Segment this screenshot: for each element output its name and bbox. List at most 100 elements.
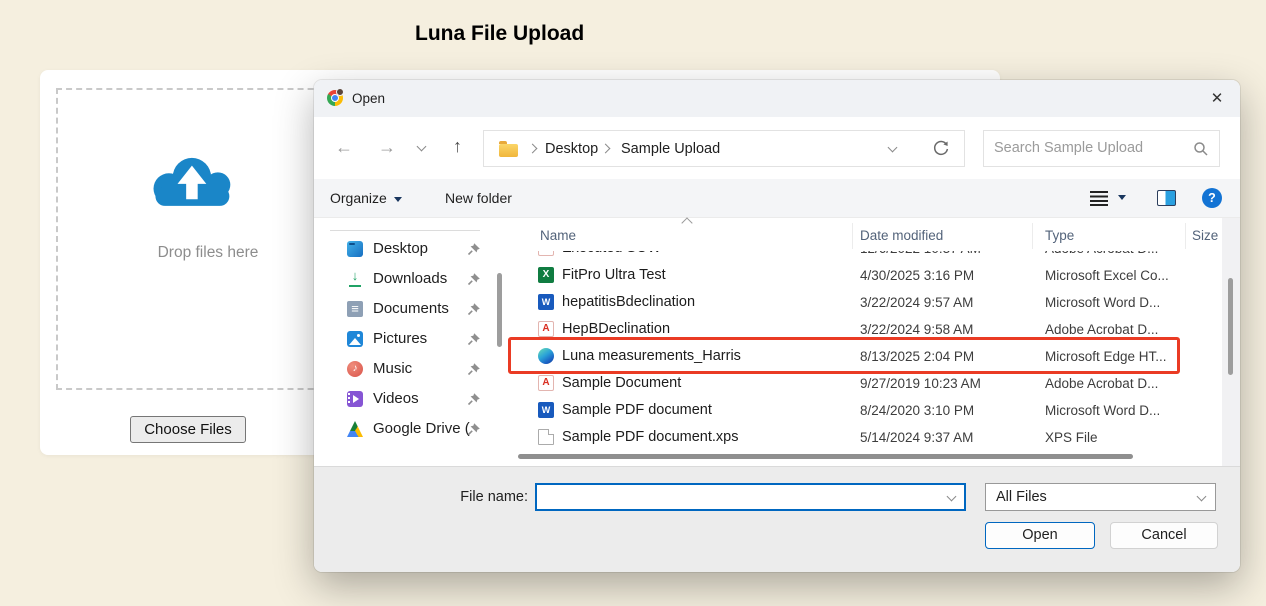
new-folder-button[interactable]: New folder xyxy=(445,190,512,206)
file-name-label: File name: xyxy=(456,489,528,505)
file-date-modified: 5/14/2024 9:37 AM xyxy=(860,430,973,445)
file-list: Executed SOW 12/6/2022 10:37 AM Adobe Ac… xyxy=(505,251,1222,451)
back-icon[interactable]: ← xyxy=(335,138,353,156)
pin-icon[interactable] xyxy=(466,241,482,257)
column-header-size[interactable]: Size xyxy=(1192,228,1218,243)
file-name-dropdown-icon[interactable] xyxy=(947,492,957,502)
file-name: Sample Document xyxy=(562,375,681,391)
search-input[interactable] xyxy=(994,137,1184,159)
address-dropdown-icon[interactable] xyxy=(888,143,898,153)
file-name: Sample PDF document xyxy=(562,402,712,418)
file-type-icon xyxy=(538,348,554,364)
file-name: HepBDeclination xyxy=(562,321,670,337)
forward-icon[interactable]: → xyxy=(378,138,396,156)
close-icon[interactable]: ✕ xyxy=(1206,88,1228,110)
sidebar-item-label: Music xyxy=(373,360,412,377)
up-icon[interactable]: ↑ xyxy=(453,137,462,155)
view-dropdown-icon[interactable] xyxy=(1118,195,1126,200)
file-date-modified: 3/22/2024 9:57 AM xyxy=(860,295,973,310)
column-divider xyxy=(852,223,853,249)
file-row[interactable]: Sample PDF document 8/24/2020 3:10 PM Mi… xyxy=(505,397,1222,424)
file-type-icon xyxy=(538,375,554,391)
file-name: Sample PDF document.xps xyxy=(562,429,739,445)
file-type-dropdown-icon xyxy=(1197,492,1207,502)
preview-pane-icon[interactable] xyxy=(1157,190,1176,206)
file-name: hepatitisBdeclination xyxy=(562,294,695,310)
column-header-name[interactable]: Name xyxy=(540,228,576,243)
file-type-select[interactable]: All Files xyxy=(985,483,1216,511)
sidebar-divider xyxy=(330,230,480,231)
profile-avatar xyxy=(336,88,344,96)
recent-locations-icon[interactable] xyxy=(417,142,427,152)
cancel-button[interactable]: Cancel xyxy=(1110,522,1218,549)
file-row[interactable]: Executed SOW 12/6/2022 10:37 AM Adobe Ac… xyxy=(505,251,1222,262)
sidebar-item[interactable]: Documents xyxy=(314,294,490,324)
help-button[interactable]: ? xyxy=(1202,188,1222,208)
file-type: Adobe Acrobat D... xyxy=(1045,376,1158,391)
file-date-modified: 4/30/2025 3:16 PM xyxy=(860,268,974,283)
horizontal-scrollbar-thumb[interactable] xyxy=(518,454,1133,459)
sidebar-item[interactable]: Music xyxy=(314,354,490,384)
file-type: Microsoft Word D... xyxy=(1045,295,1160,310)
dialog-footer: File name: All Files Open Cancel xyxy=(314,466,1240,572)
dialog-content: Desktop Downloads xyxy=(314,218,1240,466)
sidebar-folder-icon xyxy=(347,331,363,347)
sidebar-items: Desktop Downloads xyxy=(314,234,505,444)
file-date-modified: 12/6/2022 10:37 AM xyxy=(860,251,981,256)
breadcrumb[interactable]: Desktop Sample Upload xyxy=(483,130,965,167)
page-title: Luna File Upload xyxy=(415,22,584,46)
column-divider xyxy=(1032,223,1033,249)
dropzone-label: Drop files here xyxy=(78,244,338,262)
sidebar-item[interactable]: Desktop xyxy=(314,234,490,264)
pin-icon[interactable] xyxy=(466,331,482,347)
sidebar-item-label: Pictures xyxy=(373,330,427,347)
file-name: FitPro Ultra Test xyxy=(562,267,666,283)
dialog-toolbar: Organize New folder ? xyxy=(314,179,1240,218)
file-type: Adobe Acrobat D... xyxy=(1045,322,1158,337)
search-icon[interactable] xyxy=(1193,141,1209,157)
file-row[interactable]: Luna measurements_Harris 8/13/2025 2:04 … xyxy=(505,343,1222,370)
breadcrumb-current-folder[interactable]: Sample Upload xyxy=(621,141,720,157)
file-type: Microsoft Edge HT... xyxy=(1045,349,1167,364)
file-date-modified: 3/22/2024 9:58 AM xyxy=(860,322,973,337)
file-type-icon xyxy=(538,267,554,283)
pin-icon[interactable] xyxy=(466,421,482,437)
file-row[interactable]: hepatitisBdeclination 3/22/2024 9:57 AM … xyxy=(505,289,1222,316)
sidebar-item[interactable]: Downloads xyxy=(314,264,490,294)
file-row[interactable]: Sample PDF document.xps 5/14/2024 9:37 A… xyxy=(505,424,1222,451)
open-button[interactable]: Open xyxy=(985,522,1095,549)
pin-icon[interactable] xyxy=(466,361,482,377)
refresh-icon[interactable] xyxy=(932,140,950,158)
column-header-date-modified[interactable]: Date modified xyxy=(860,228,943,243)
breadcrumb-desktop[interactable]: Desktop xyxy=(545,141,598,157)
file-name-box xyxy=(535,483,966,511)
sidebar-item-label: Videos xyxy=(373,390,419,407)
file-name-input[interactable] xyxy=(541,487,931,507)
open-file-dialog: Open ✕ ← → ↑ Desktop Sample Upload xyxy=(314,80,1240,572)
organize-menu[interactable]: Organize xyxy=(330,190,402,206)
pin-icon[interactable] xyxy=(466,301,482,317)
sidebar-item[interactable]: Videos xyxy=(314,384,490,414)
pin-icon[interactable] xyxy=(466,271,482,287)
column-header-type[interactable]: Type xyxy=(1045,228,1074,243)
sidebar-scrollbar[interactable] xyxy=(497,273,502,347)
sidebar-folder-icon xyxy=(347,361,363,377)
file-date-modified: 9/27/2019 10:23 AM xyxy=(860,376,981,391)
choose-files-button[interactable]: Choose Files xyxy=(130,416,246,443)
file-row[interactable]: FitPro Ultra Test 4/30/2025 3:16 PM Micr… xyxy=(505,262,1222,289)
view-options-icon[interactable] xyxy=(1090,191,1108,206)
file-list-header: Name Date modified Type Size xyxy=(505,218,1222,251)
file-date-modified: 8/24/2020 3:10 PM xyxy=(860,403,974,418)
sort-ascending-icon xyxy=(681,217,692,228)
file-row[interactable]: Sample Document 9/27/2019 10:23 AM Adobe… xyxy=(505,370,1222,397)
dialog-title: Open xyxy=(352,91,385,106)
dialog-titlebar[interactable]: Open ✕ xyxy=(314,80,1240,117)
vertical-scrollbar-thumb[interactable] xyxy=(1228,278,1233,375)
sidebar-item[interactable]: Google Drive ( xyxy=(314,414,490,444)
sidebar-item-label: Google Drive ( xyxy=(373,420,470,437)
file-row[interactable]: HepBDeclination 3/22/2024 9:58 AM Adobe … xyxy=(505,316,1222,343)
search-box xyxy=(983,130,1220,167)
sidebar: Desktop Downloads xyxy=(314,218,505,466)
sidebar-item[interactable]: Pictures xyxy=(314,324,490,354)
pin-icon[interactable] xyxy=(466,391,482,407)
